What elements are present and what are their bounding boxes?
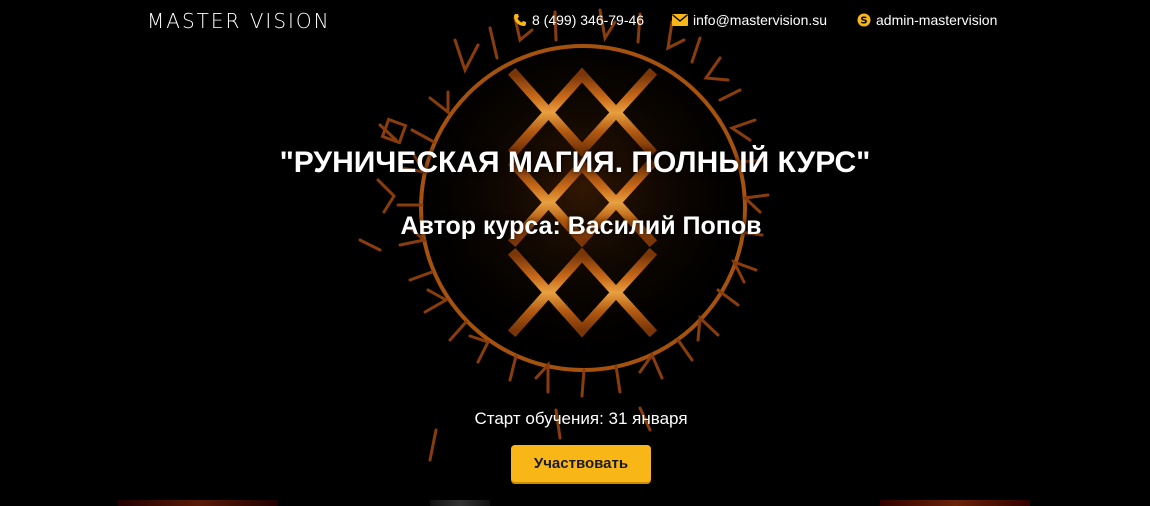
contact-email[interactable]: info@mastervision.su xyxy=(672,12,827,28)
phone-icon xyxy=(513,13,527,27)
bottom-divider xyxy=(430,500,490,506)
course-author: Автор курса: Василий Попов xyxy=(400,212,762,240)
envelope-icon xyxy=(672,14,688,26)
svg-text:S: S xyxy=(860,16,867,27)
skype-username: admin-mastervision xyxy=(876,12,998,28)
runic-circle-icon xyxy=(358,8,773,462)
contact-skype[interactable]: S admin-mastervision xyxy=(857,12,997,28)
phone-number: 8 (499) 346-79-46 xyxy=(532,12,645,28)
contact-phone[interactable]: 8 (499) 346-79-46 xyxy=(513,12,644,28)
bottom-divider xyxy=(118,500,278,506)
bottom-divider xyxy=(880,500,1030,506)
course-title: "РУНИЧЕСКАЯ МАГИЯ. ПОЛНЫЙ КУРС" xyxy=(279,146,871,179)
start-date: Старт обучения: 31 января xyxy=(474,409,688,428)
site-header: MASTER VISION 8 (499) 346-79-46 info@mas… xyxy=(0,0,1150,44)
skype-icon: S xyxy=(857,13,871,27)
site-logo[interactable]: MASTER VISION xyxy=(147,9,331,33)
email-address: info@mastervision.su xyxy=(693,12,828,28)
participate-button[interactable]: Участвовать xyxy=(511,445,651,482)
